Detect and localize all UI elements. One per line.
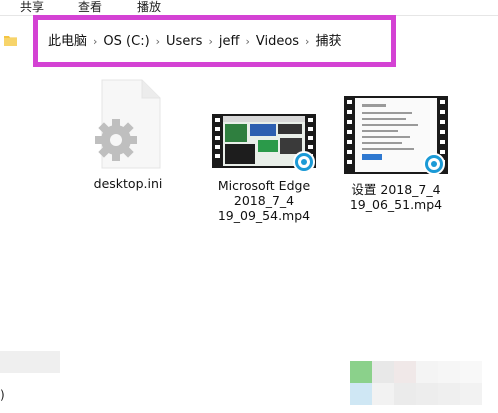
chevron-right-icon[interactable]: › bbox=[208, 33, 212, 51]
file-item-settings-video[interactable]: 设置 2018_7_4 19_06_51.mp4 bbox=[338, 96, 454, 212]
chevron-right-icon[interactable]: › bbox=[245, 33, 249, 51]
breadcrumb: 此电脑 › OS (C:) › Users › jeff › Videos › 捕获 bbox=[48, 33, 341, 52]
status-text: ) bbox=[0, 388, 5, 402]
tab-share[interactable]: 共享 bbox=[20, 0, 44, 15]
file-item-edge-video[interactable]: Microsoft Edge 2018_7_4 19_09_54.mp4 bbox=[208, 110, 320, 223]
status-area bbox=[0, 351, 60, 373]
file-item-desktop-ini[interactable]: desktop.ini bbox=[88, 78, 168, 191]
breadcrumb-os-c[interactable]: OS (C:) bbox=[103, 33, 149, 51]
video-file-icon bbox=[212, 114, 316, 172]
tab-view[interactable]: 查看 bbox=[78, 0, 102, 15]
breadcrumb-users[interactable]: Users bbox=[166, 33, 202, 51]
file-name: 设置 2018_7_4 19_06_51.mp4 bbox=[349, 182, 443, 212]
chevron-right-icon[interactable]: › bbox=[93, 33, 97, 51]
chevron-right-icon[interactable]: › bbox=[156, 33, 160, 51]
tab-play[interactable]: 播放 bbox=[137, 0, 161, 15]
chevron-right-icon[interactable]: › bbox=[305, 33, 309, 51]
video-file-icon bbox=[344, 96, 448, 175]
breadcrumb-jeff[interactable]: jeff bbox=[219, 33, 240, 51]
settings-file-icon bbox=[95, 79, 161, 169]
ribbon-tabs: 共享 查看 播放 bbox=[0, 0, 498, 16]
breadcrumb-this-pc[interactable]: 此电脑 bbox=[48, 33, 87, 51]
file-name: Microsoft Edge 2018_7_4 19_09_54.mp4 bbox=[217, 178, 311, 223]
folder-icon bbox=[4, 36, 17, 46]
breadcrumb-videos[interactable]: Videos bbox=[256, 33, 299, 51]
breadcrumb-captures[interactable]: 捕获 bbox=[315, 33, 341, 51]
address-bar[interactable]: 此电脑 › OS (C:) › Users › jeff › Videos › 捕获 bbox=[33, 15, 396, 67]
file-name: desktop.ini bbox=[93, 176, 163, 191]
watermark-mosaic bbox=[340, 361, 482, 411]
